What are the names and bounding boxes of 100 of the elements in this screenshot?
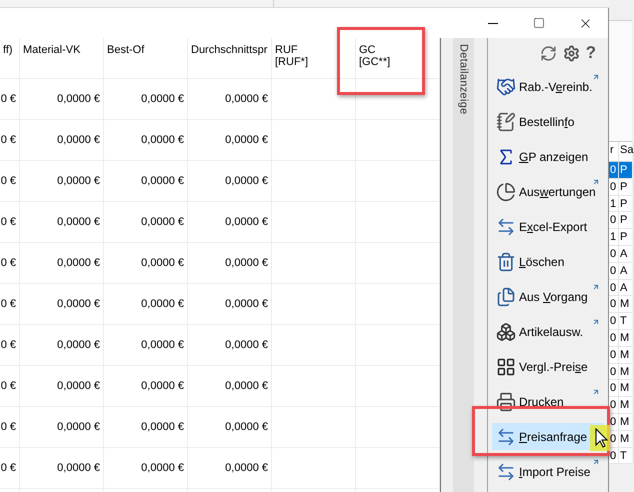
splitter-bar[interactable] bbox=[474, 38, 488, 492]
help-button[interactable]: ? bbox=[586, 43, 596, 63]
table-row[interactable]: 0 M bbox=[609, 430, 632, 448]
table-cell: 0,0000 € bbox=[20, 161, 104, 201]
table-cell: 0,0000 € bbox=[104, 120, 188, 160]
table-cell: 0 € bbox=[0, 79, 20, 119]
table-cell: 0,0000 € bbox=[20, 243, 104, 283]
table-cell: 0,0000 € bbox=[104, 284, 188, 324]
table-row[interactable]: 1 P bbox=[609, 196, 632, 212]
column-header[interactable]: Durchschnittspr bbox=[188, 38, 272, 78]
table-cell: 0,0000 € bbox=[188, 325, 272, 365]
table-cell: 0,0000 € bbox=[104, 325, 188, 365]
popout-arrow-icon bbox=[592, 318, 600, 326]
menu-item[interactable]: Bestellinfo bbox=[492, 104, 604, 139]
menu-item[interactable]: Excel-Export bbox=[492, 209, 604, 244]
table-cell: 0,0000 € bbox=[20, 448, 104, 488]
table-cell: 0,0000 € bbox=[188, 120, 272, 160]
trash-icon bbox=[496, 252, 516, 272]
table-cell: 0,0000 € bbox=[188, 407, 272, 447]
column-header[interactable]: ff) bbox=[0, 38, 20, 78]
documents-icon bbox=[496, 286, 516, 306]
table-cell: 0 € bbox=[0, 202, 20, 242]
table-cell: 0 € bbox=[0, 448, 20, 488]
table-cell: 0,0000 € bbox=[20, 79, 104, 119]
table-row[interactable]: 0 T bbox=[609, 448, 632, 464]
popout-arrow-icon bbox=[592, 73, 600, 81]
popout-arrow-icon bbox=[592, 283, 600, 291]
table-cell: 0 € bbox=[0, 120, 20, 160]
menu-item[interactable]: Auswertungen bbox=[492, 174, 604, 209]
table-row[interactable]: 0 M bbox=[609, 414, 632, 431]
table-row[interactable]: 0 M bbox=[609, 397, 632, 414]
table-cell: 0,0000 € bbox=[104, 407, 188, 447]
table-cell: 0,0000 € bbox=[188, 202, 272, 242]
table-row[interactable]: 0 A bbox=[609, 246, 632, 263]
settings-icon[interactable] bbox=[562, 44, 580, 62]
menu-item[interactable]: Aus Vorgang bbox=[492, 279, 604, 314]
table-cell: 0,0000 € bbox=[20, 284, 104, 324]
table-row[interactable]: 0 P bbox=[609, 212, 632, 230]
table-cell: 0,0000 € bbox=[20, 366, 104, 406]
table-row[interactable]: 0 A bbox=[609, 262, 632, 280]
menu-item[interactable]: Import Preise bbox=[492, 454, 604, 489]
table-cell: 0,0000 € bbox=[188, 79, 272, 119]
column-header[interactable]: Best-Of bbox=[104, 38, 188, 78]
popout-arrow-icon bbox=[592, 388, 600, 396]
pie-chart-icon bbox=[496, 182, 516, 202]
notebook-icon bbox=[496, 112, 516, 132]
column-header[interactable]: Material-VK bbox=[20, 38, 104, 78]
menu-item[interactable]: Drucken bbox=[492, 384, 604, 419]
printer-icon bbox=[496, 392, 516, 412]
swap-arrows-icon bbox=[496, 426, 516, 446]
menu-item[interactable]: Vergl.-Preise bbox=[492, 349, 604, 384]
column-header[interactable]: RUF [RUF*] bbox=[272, 38, 356, 78]
table-cell: 0,0000 € bbox=[20, 407, 104, 447]
table-cell: 0 € bbox=[0, 161, 20, 201]
table-cell: 0,0000 € bbox=[20, 325, 104, 365]
swap-arrows-icon bbox=[496, 462, 516, 482]
column-header[interactable]: GC [GC**] bbox=[356, 38, 440, 78]
table-cell: 0,0000 € bbox=[188, 284, 272, 324]
table-cell: 0 € bbox=[0, 366, 20, 406]
table-cell: 0,0000 € bbox=[104, 79, 188, 119]
detail-tab[interactable]: Detailanzeige bbox=[453, 38, 474, 492]
table-cell: 0,0000 € bbox=[20, 202, 104, 242]
table-cell: 0 € bbox=[0, 407, 20, 447]
menu-item[interactable]: Löschen bbox=[492, 244, 604, 279]
maximize-icon bbox=[533, 17, 545, 29]
table-row[interactable]: 0 M bbox=[609, 346, 632, 364]
swap-arrows-icon bbox=[496, 216, 516, 236]
handshake-icon bbox=[496, 76, 516, 96]
table-cell: 0,0000 € bbox=[104, 366, 188, 406]
table-row[interactable]: 0 P bbox=[609, 178, 632, 196]
cursor-icon bbox=[590, 425, 610, 451]
table-cell: 0,0000 € bbox=[188, 243, 272, 283]
table-row[interactable]: 0 M bbox=[609, 330, 632, 347]
menu-item[interactable]: Artikelausw. bbox=[492, 314, 604, 349]
table-cell: 0,0000 € bbox=[104, 448, 188, 488]
table-row[interactable]: 0 M bbox=[609, 380, 632, 398]
table-cell: 0 € bbox=[0, 284, 20, 324]
table-row[interactable]: 0 M bbox=[609, 296, 632, 314]
minimize-icon bbox=[488, 22, 498, 24]
table-cell: 0,0000 € bbox=[104, 243, 188, 283]
table-row[interactable]: 0 P bbox=[609, 162, 632, 179]
table-cell: 0,0000 € bbox=[104, 202, 188, 242]
popout-arrow-icon bbox=[592, 178, 600, 186]
table-cell: 0,0000 € bbox=[188, 448, 272, 488]
table-row[interactable]: 0 M bbox=[609, 364, 632, 380]
menu-item[interactable]: GP anzeigen bbox=[492, 139, 604, 174]
table-cell: 0 € bbox=[0, 243, 20, 283]
refresh-icon[interactable] bbox=[540, 44, 557, 62]
table-cell: 0,0000 € bbox=[188, 366, 272, 406]
popout-arrow-icon bbox=[592, 458, 600, 466]
table-row[interactable]: 0 A bbox=[609, 280, 632, 296]
table-cell: 0,0000 € bbox=[20, 120, 104, 160]
table-cell: 0,0000 € bbox=[104, 161, 188, 201]
menu-item[interactable]: Rab.-Vereinb. bbox=[492, 69, 604, 104]
table-row[interactable]: 1 P bbox=[609, 229, 632, 246]
table-cell: 0 € bbox=[0, 325, 20, 365]
table-cell: 0,0000 € bbox=[188, 161, 272, 201]
grid-icon bbox=[496, 356, 516, 376]
table-row[interactable]: 0 T bbox=[609, 313, 632, 330]
column-header[interactable]: Sa bbox=[619, 142, 634, 161]
